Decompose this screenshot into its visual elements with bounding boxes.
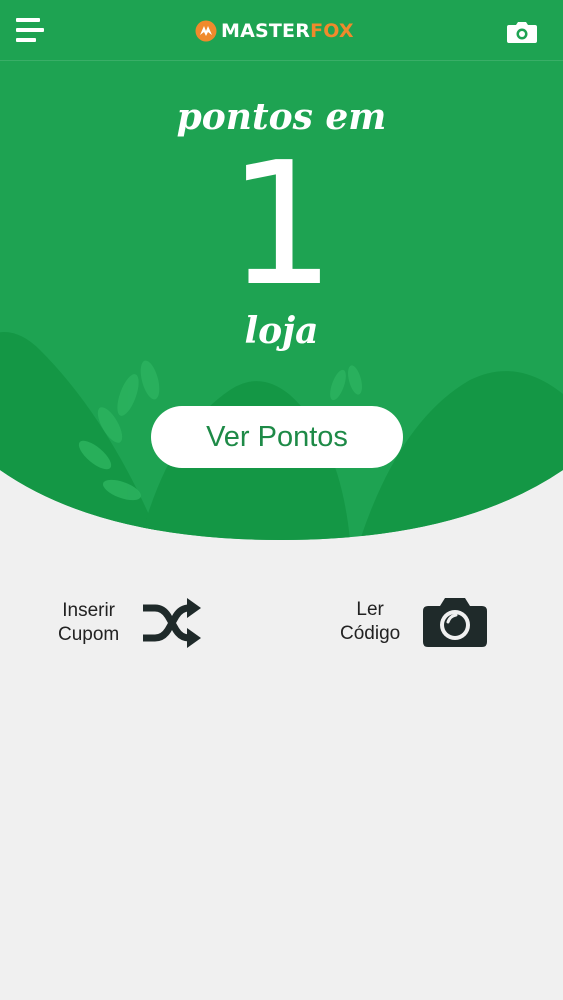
insert-coupon-label-line2: Cupom — [58, 624, 120, 645]
camera-icon[interactable] — [506, 20, 538, 44]
logo-text-master: MASTER — [221, 20, 311, 42]
read-code-label-line2: Código — [340, 623, 401, 644]
logo-text: MASTERFOX — [221, 16, 354, 46]
masterfox-logo: MASTERFOX — [195, 16, 354, 46]
top-app-bar: MASTERFOX — [0, 0, 563, 61]
insert-coupon-label: Inserir Cupom — [58, 599, 119, 647]
store-count: 1 — [227, 126, 336, 324]
camera-icon[interactable] — [422, 596, 488, 648]
shuffle-icon[interactable] — [141, 596, 203, 650]
points-caption-bottom: loja — [244, 310, 319, 352]
hero-banner: MASTERFOX pontos em 1 loja Ver Pontos — [0, 0, 563, 540]
insert-coupon-action[interactable]: Inserir Cupom — [58, 596, 203, 650]
fox-logo-icon — [195, 20, 217, 42]
logo-text-fox: FOX — [310, 20, 354, 42]
insert-coupon-label-line1: Inserir — [62, 600, 116, 621]
ver-pontos-button[interactable]: Ver Pontos — [151, 406, 403, 468]
hamburger-menu-icon[interactable] — [16, 18, 44, 44]
read-code-label: Ler Código — [340, 598, 400, 646]
read-code-action[interactable]: Ler Código — [340, 596, 488, 648]
read-code-label-line1: Ler — [356, 599, 384, 620]
